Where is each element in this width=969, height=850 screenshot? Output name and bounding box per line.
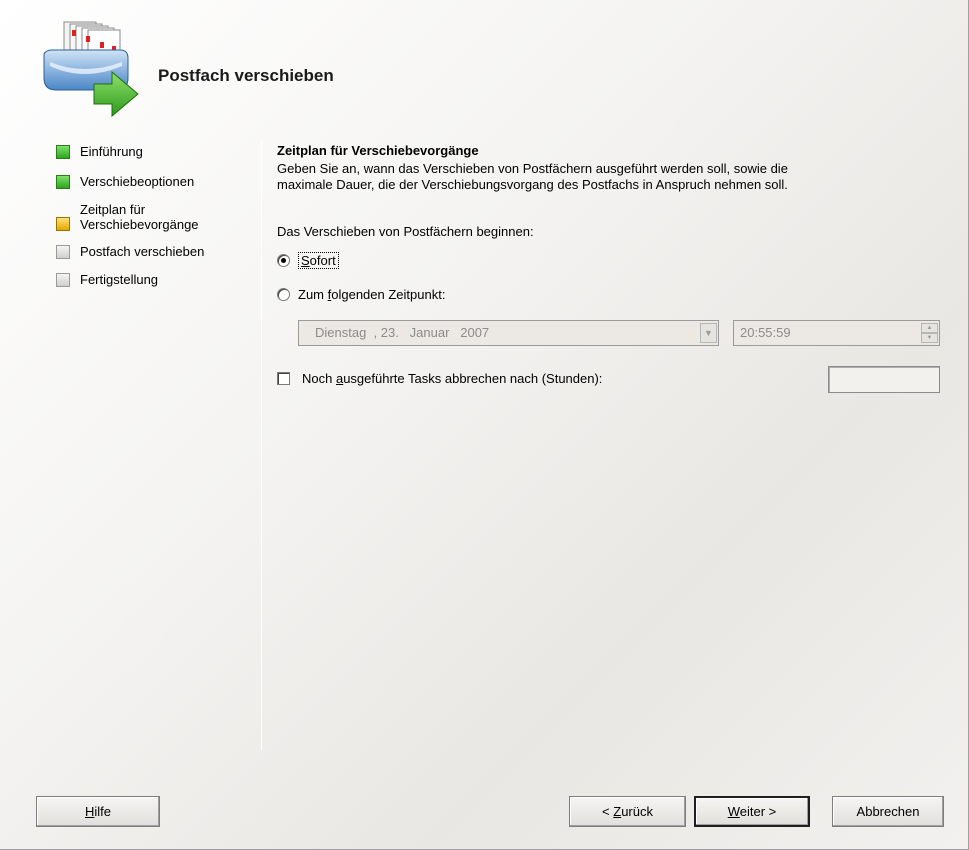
step-label-line2: Verschiebevorgänge [80,217,199,232]
step-label: Fertigstellung [80,272,159,287]
move-mailbox-icon [43,21,139,118]
step-label-line1: Zeitplan für [80,202,146,217]
step-fertigstellung: Fertigstellung [52,272,252,296]
step-verschiebeoptionen: Verschiebeoptionen [52,174,252,202]
chevron-down-icon[interactable]: ▼ [700,323,717,343]
step-einfuehrung: Einführung [52,144,252,168]
begin-label: Das Verschieben von Postfächern beginnen… [277,224,534,239]
radio-immediately-label[interactable]: Sofort [298,252,339,269]
radio-button[interactable] [277,288,290,301]
wizard-dialog: Postfach verschieben Einführung Verschie… [0,0,969,850]
wizard-steps: Einführung Verschiebeoptionen Zeitplan f… [52,144,252,296]
wizard-header: Postfach verschieben [0,0,969,130]
radio-at-time-label[interactable]: Zum folgenden Zeitpunkt: [298,287,445,302]
cancel-button[interactable]: Abbrechen [832,796,944,827]
step-pending-icon [56,245,70,259]
next-button[interactable]: Weiter > [694,796,810,827]
time-spinner[interactable]: ▲ ▼ [921,323,938,343]
radio-immediately[interactable]: Sofort [277,252,339,269]
step-label: Verschiebeoptionen [80,174,195,189]
spin-down-icon[interactable]: ▼ [921,333,938,343]
step-current-icon [56,217,70,231]
step-zeitplan: Zeitplan für Verschiebevorgänge [52,202,252,240]
steps-divider [261,140,262,750]
date-value: Dienstag , 23. Januar 2007 [315,325,490,340]
cancel-tasks-label[interactable]: Noch ausgeführte Tasks abbrechen nach (S… [302,371,602,386]
date-picker[interactable]: Dienstag , 23. Januar 2007 ▼ [298,320,719,346]
step-label: Postfach verschieben [80,244,205,259]
description-line2: maximale Dauer, die der Verschiebungsvor… [277,177,788,192]
radio-button-checked[interactable] [277,254,290,267]
time-picker[interactable]: 20:55:59 ▲ ▼ [733,320,940,346]
hours-input[interactable] [828,366,940,393]
time-value: 20:55:59 [740,325,791,340]
section-title: Zeitplan für Verschiebevorgänge [277,143,479,158]
description-line1: Geben Sie an, wann das Verschieben von P… [277,161,788,176]
wizard-title: Postfach verschieben [158,66,334,85]
radio-at-time[interactable]: Zum folgenden Zeitpunkt: [277,287,445,302]
page-content: Zeitplan für Verschiebevorgänge Geben Si… [277,142,947,193]
cancel-tasks-checkbox-row[interactable]: Noch ausgeführte Tasks abbrechen nach (S… [277,371,602,386]
spin-up-icon[interactable]: ▲ [921,323,938,333]
step-done-icon [56,175,70,189]
cancel-tasks-checkbox[interactable] [277,372,290,385]
step-label: Einführung [80,144,143,159]
step-postfach-verschieben: Postfach verschieben [52,244,252,272]
step-done-icon [56,145,70,159]
help-button[interactable]: Hilfe [36,796,160,827]
step-pending-icon [56,273,70,287]
back-button[interactable]: < Zurück [569,796,686,827]
section-description: Geben Sie an, wann das Verschieben von P… [277,161,947,193]
